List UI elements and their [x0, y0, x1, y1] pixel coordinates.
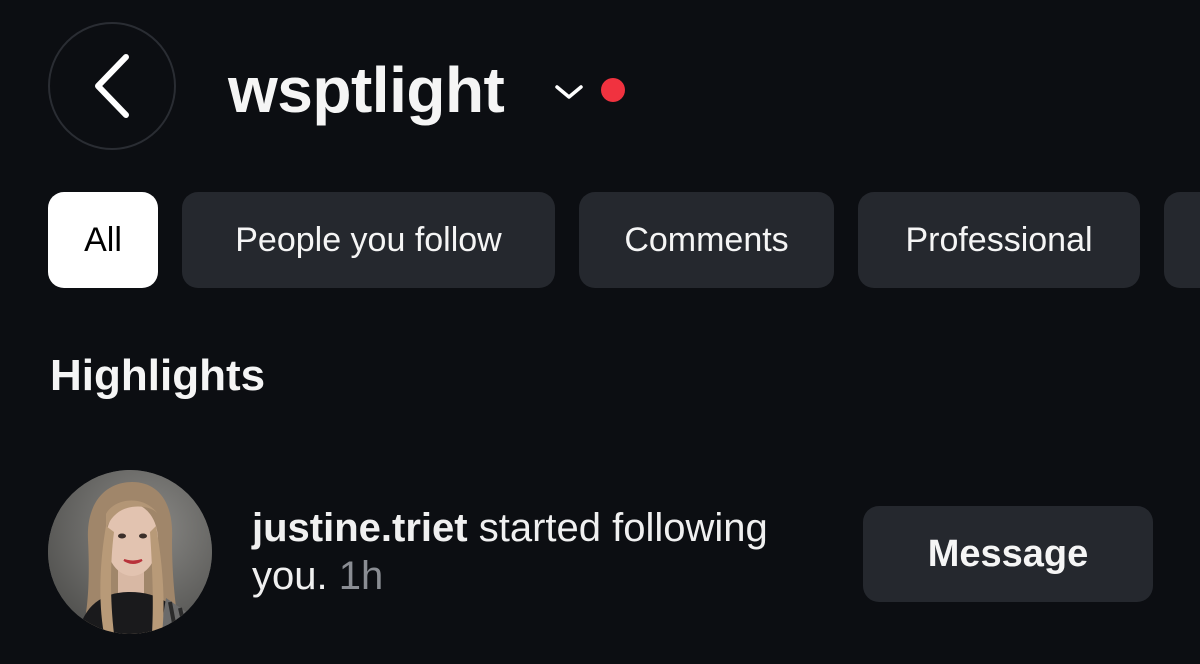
section-title-highlights: Highlights [50, 351, 266, 400]
message-button[interactable]: Message [863, 506, 1153, 602]
filter-chip-all[interactable]: All [48, 192, 158, 288]
filter-chips: All People you follow Comments Professio… [48, 192, 1200, 288]
back-button[interactable] [48, 22, 176, 150]
notification-timestamp: 1h [338, 554, 384, 598]
account-switcher-dropdown[interactable] [553, 80, 585, 104]
unread-indicator-dot [601, 78, 625, 102]
account-username[interactable]: wsptlight [228, 50, 505, 130]
profile-photo [48, 470, 212, 634]
notification-text: justine.triet started following you. 1h [252, 504, 832, 600]
avatar[interactable] [48, 470, 212, 634]
filter-chip-professional[interactable]: Professional [858, 192, 1140, 288]
header: wsptlight [0, 0, 1200, 180]
chevron-left-icon [95, 54, 129, 118]
filter-chip-comments[interactable]: Comments [579, 192, 834, 288]
chevron-down-icon [555, 85, 583, 99]
notification-item: justine.triet started following you. 1h … [48, 470, 1200, 634]
notification-actor-username[interactable]: justine.triet [252, 506, 468, 550]
filter-chip-people-you-follow[interactable]: People you follow [182, 192, 555, 288]
filter-chip-more[interactable] [1164, 192, 1200, 288]
